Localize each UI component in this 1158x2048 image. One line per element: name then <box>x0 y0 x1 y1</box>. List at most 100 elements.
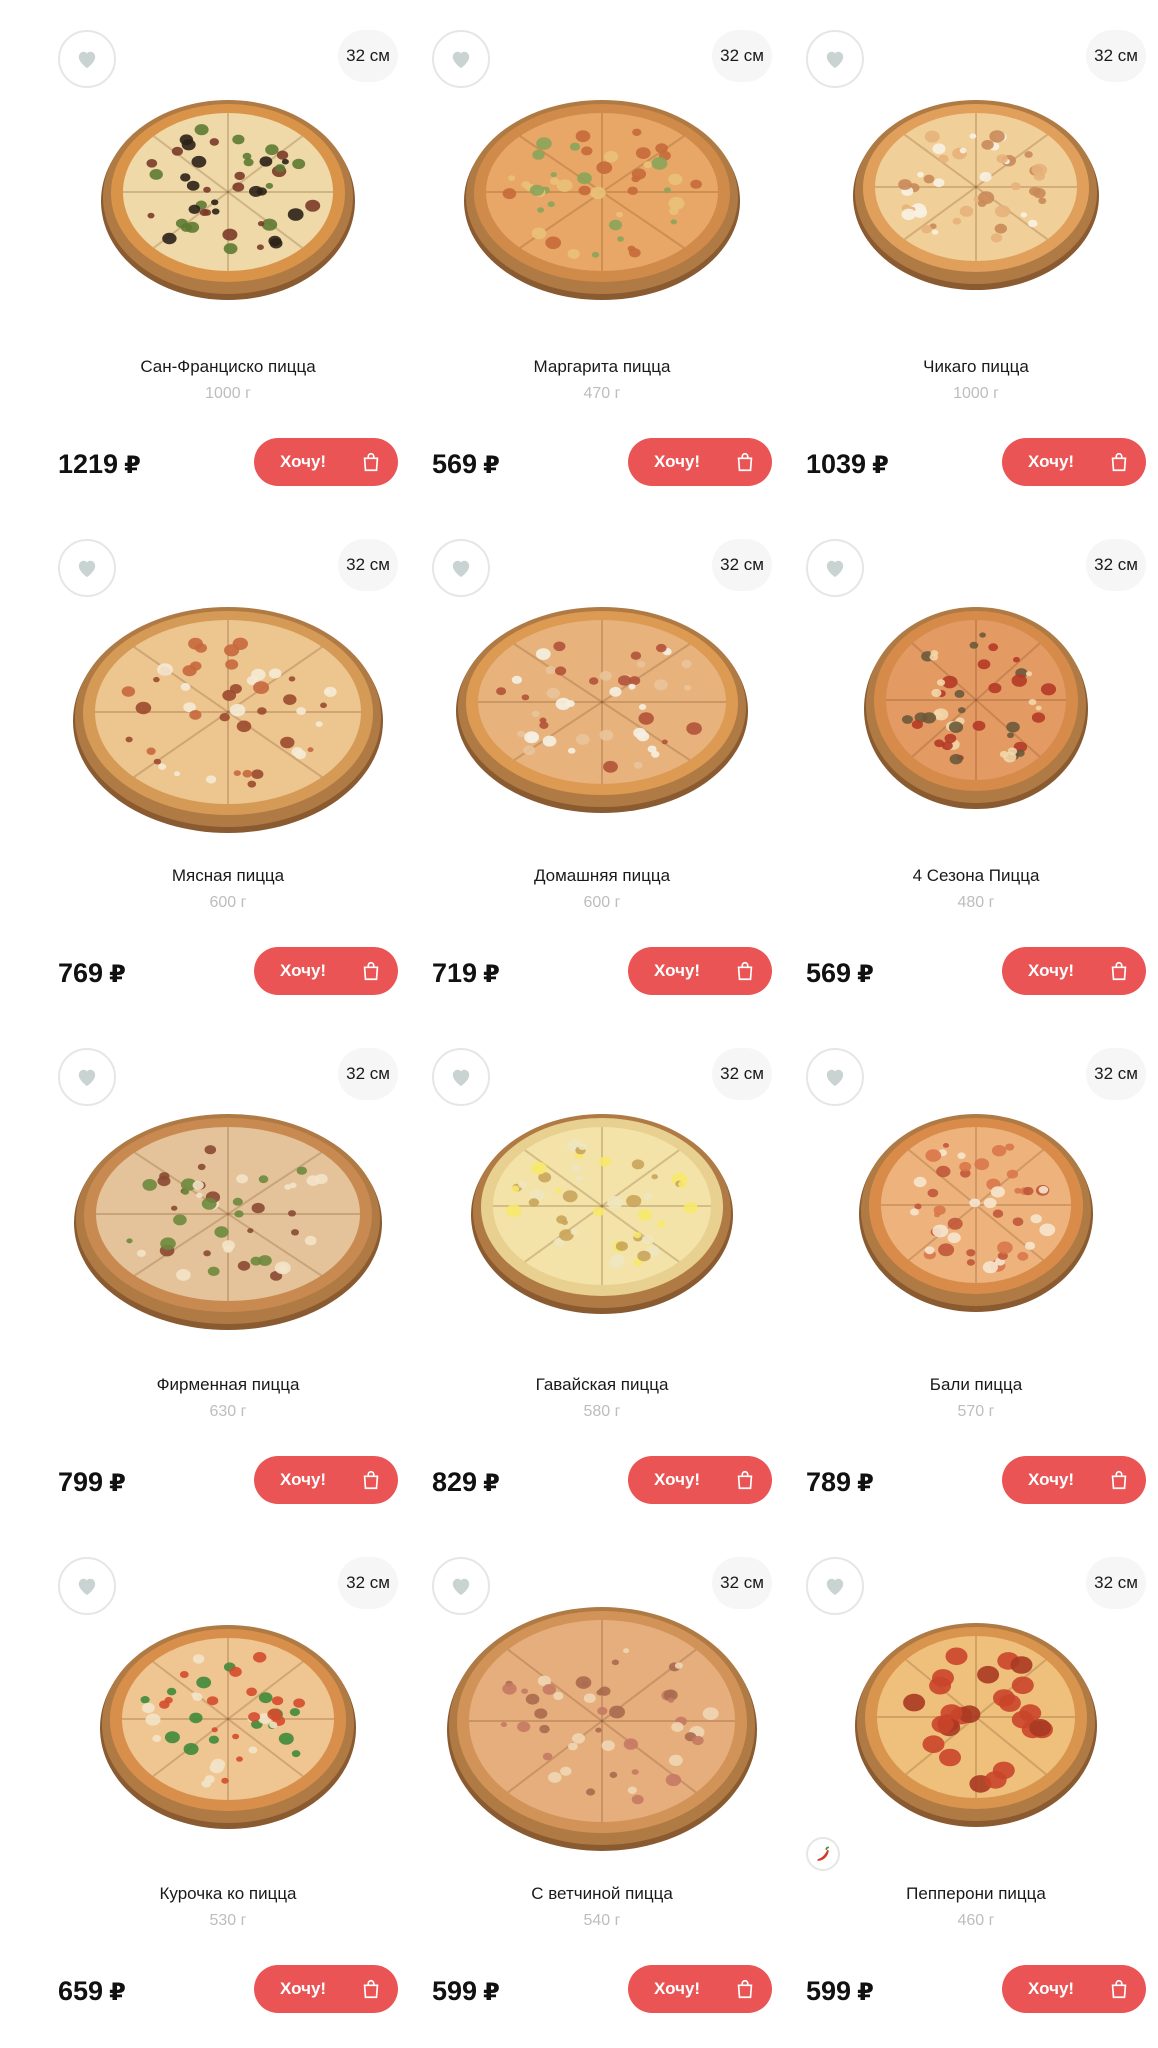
product-name[interactable]: Домашняя пицца <box>432 866 772 886</box>
favorite-button[interactable] <box>58 1048 116 1106</box>
product-card: 32 см Фирменная пицца 630 г 799 ₽ Хочу! <box>58 1048 398 1528</box>
add-to-cart-label: Хочу! <box>1028 1979 1075 1998</box>
favorite-button[interactable] <box>58 1557 116 1615</box>
product-weight: 600 г <box>209 894 247 911</box>
currency-sign: ₽ <box>872 452 889 479</box>
size-badge: 32 см <box>1086 30 1146 82</box>
favorite-button[interactable] <box>806 1557 864 1615</box>
favorite-button[interactable] <box>432 539 490 597</box>
add-to-cart-button[interactable]: Хочу! <box>628 1456 772 1504</box>
add-to-cart-button[interactable]: Хочу! <box>1002 1965 1146 2013</box>
product-image[interactable] <box>806 90 1146 290</box>
heart-icon <box>450 1067 472 1087</box>
product-name[interactable]: 4 Сезона Пицца <box>806 866 1146 886</box>
heart-icon <box>76 1576 98 1596</box>
price-value: 569 <box>806 958 852 988</box>
product-image[interactable] <box>432 1597 772 1851</box>
add-to-cart-button[interactable]: Хочу! <box>254 947 398 995</box>
currency-sign: ₽ <box>483 961 500 988</box>
product-price: 829 ₽ <box>432 1467 500 1498</box>
currency-sign: ₽ <box>857 1470 874 1497</box>
size-badge: 32 см <box>712 30 772 82</box>
heart-icon <box>76 49 98 69</box>
shopping-bag-icon <box>734 960 756 982</box>
product-name[interactable]: Фирменная пицца <box>58 1375 398 1395</box>
product-weight: 540 г <box>583 1912 621 1929</box>
product-image[interactable] <box>806 1613 1146 1827</box>
product-card: 32 см Пепперони пицца 460 г 599 ₽ Хочу! <box>806 1557 1146 2037</box>
product-weight: 580 г <box>583 1403 621 1420</box>
size-badge: 32 см <box>338 1048 398 1100</box>
product-price: 599 ₽ <box>432 1976 500 2007</box>
product-image[interactable] <box>806 597 1146 809</box>
product-price: 1219 ₽ <box>58 449 141 480</box>
product-name[interactable]: Чикаго пицца <box>806 357 1146 377</box>
product-image[interactable] <box>58 1615 398 1829</box>
add-to-cart-button[interactable]: Хочу! <box>628 1965 772 2013</box>
product-weight: 470 г <box>583 385 621 402</box>
product-image[interactable] <box>432 1104 772 1314</box>
product-image[interactable] <box>58 597 398 833</box>
heart-icon <box>824 1576 846 1596</box>
product-name[interactable]: Мясная пицца <box>58 866 398 886</box>
favorite-button[interactable] <box>806 539 864 597</box>
size-badge: 32 см <box>712 539 772 591</box>
product-name[interactable]: Сан-Франциско пицца <box>58 357 398 377</box>
price-value: 789 <box>806 1467 852 1497</box>
product-grid: 32 см Сан-Франциско пицца 1000 г 1219 ₽ … <box>0 0 1158 2048</box>
favorite-button[interactable] <box>806 1048 864 1106</box>
price-value: 769 <box>58 958 104 988</box>
add-to-cart-label: Хочу! <box>280 1470 327 1489</box>
product-image[interactable] <box>58 1104 398 1330</box>
add-to-cart-label: Хочу! <box>280 1979 327 1998</box>
add-to-cart-button[interactable]: Хочу! <box>1002 438 1146 486</box>
product-name[interactable]: Маргарита пицца <box>432 357 772 377</box>
add-to-cart-label: Хочу! <box>654 1979 701 1998</box>
size-badge: 32 см <box>712 1048 772 1100</box>
product-card: 32 см Бали пицца 570 г 789 ₽ Хочу! <box>806 1048 1146 1528</box>
product-name[interactable]: Курочка ко пицца <box>58 1884 398 1904</box>
shopping-bag-icon <box>360 1978 382 2000</box>
shopping-bag-icon <box>734 1978 756 2000</box>
product-name[interactable]: Гавайская пицца <box>432 1375 772 1395</box>
currency-sign: ₽ <box>857 1979 874 2006</box>
product-weight: 1000 г <box>953 385 999 402</box>
product-card: 32 см Курочка ко пицца 530 г 659 ₽ Хочу! <box>58 1557 398 2037</box>
product-card: 32 см Маргарита пицца 470 г 569 ₽ Хочу! <box>432 30 772 510</box>
add-to-cart-button[interactable]: Хочу! <box>1002 1456 1146 1504</box>
product-image[interactable] <box>432 90 772 300</box>
favorite-button[interactable] <box>432 30 490 88</box>
currency-sign: ₽ <box>857 961 874 988</box>
shopping-bag-icon <box>734 1469 756 1491</box>
add-to-cart-button[interactable]: Хочу! <box>1002 947 1146 995</box>
product-weight: 630 г <box>209 1403 247 1420</box>
product-price: 769 ₽ <box>58 958 126 989</box>
product-image[interactable] <box>432 597 772 813</box>
favorite-button[interactable] <box>58 539 116 597</box>
shopping-bag-icon <box>1108 1978 1130 2000</box>
product-name[interactable]: С ветчиной пицца <box>432 1884 772 1904</box>
favorite-button[interactable] <box>432 1048 490 1106</box>
heart-icon <box>76 1067 98 1087</box>
product-card: 32 см Домашняя пицца 600 г 719 ₽ Хочу! <box>432 539 772 1019</box>
add-to-cart-label: Хочу! <box>654 1470 701 1489</box>
product-image[interactable] <box>806 1104 1146 1312</box>
product-price: 569 ₽ <box>806 958 874 989</box>
add-to-cart-button[interactable]: Хочу! <box>254 438 398 486</box>
price-value: 719 <box>432 958 478 988</box>
add-to-cart-button[interactable]: Хочу! <box>254 1965 398 2013</box>
add-to-cart-button[interactable]: Хочу! <box>628 438 772 486</box>
shopping-bag-icon <box>1108 451 1130 473</box>
favorite-button[interactable] <box>58 30 116 88</box>
heart-icon <box>824 1067 846 1087</box>
size-badge: 32 см <box>1086 539 1146 591</box>
favorite-button[interactable] <box>806 30 864 88</box>
add-to-cart-button[interactable]: Хочу! <box>254 1456 398 1504</box>
add-to-cart-button[interactable]: Хочу! <box>628 947 772 995</box>
product-name[interactable]: Пепперони пицца <box>806 1884 1146 1904</box>
size-badge: 32 см <box>338 1557 398 1609</box>
currency-sign: ₽ <box>109 1979 126 2006</box>
add-to-cart-label: Хочу! <box>280 452 327 471</box>
product-name[interactable]: Бали пицца <box>806 1375 1146 1395</box>
product-image[interactable] <box>58 90 398 300</box>
